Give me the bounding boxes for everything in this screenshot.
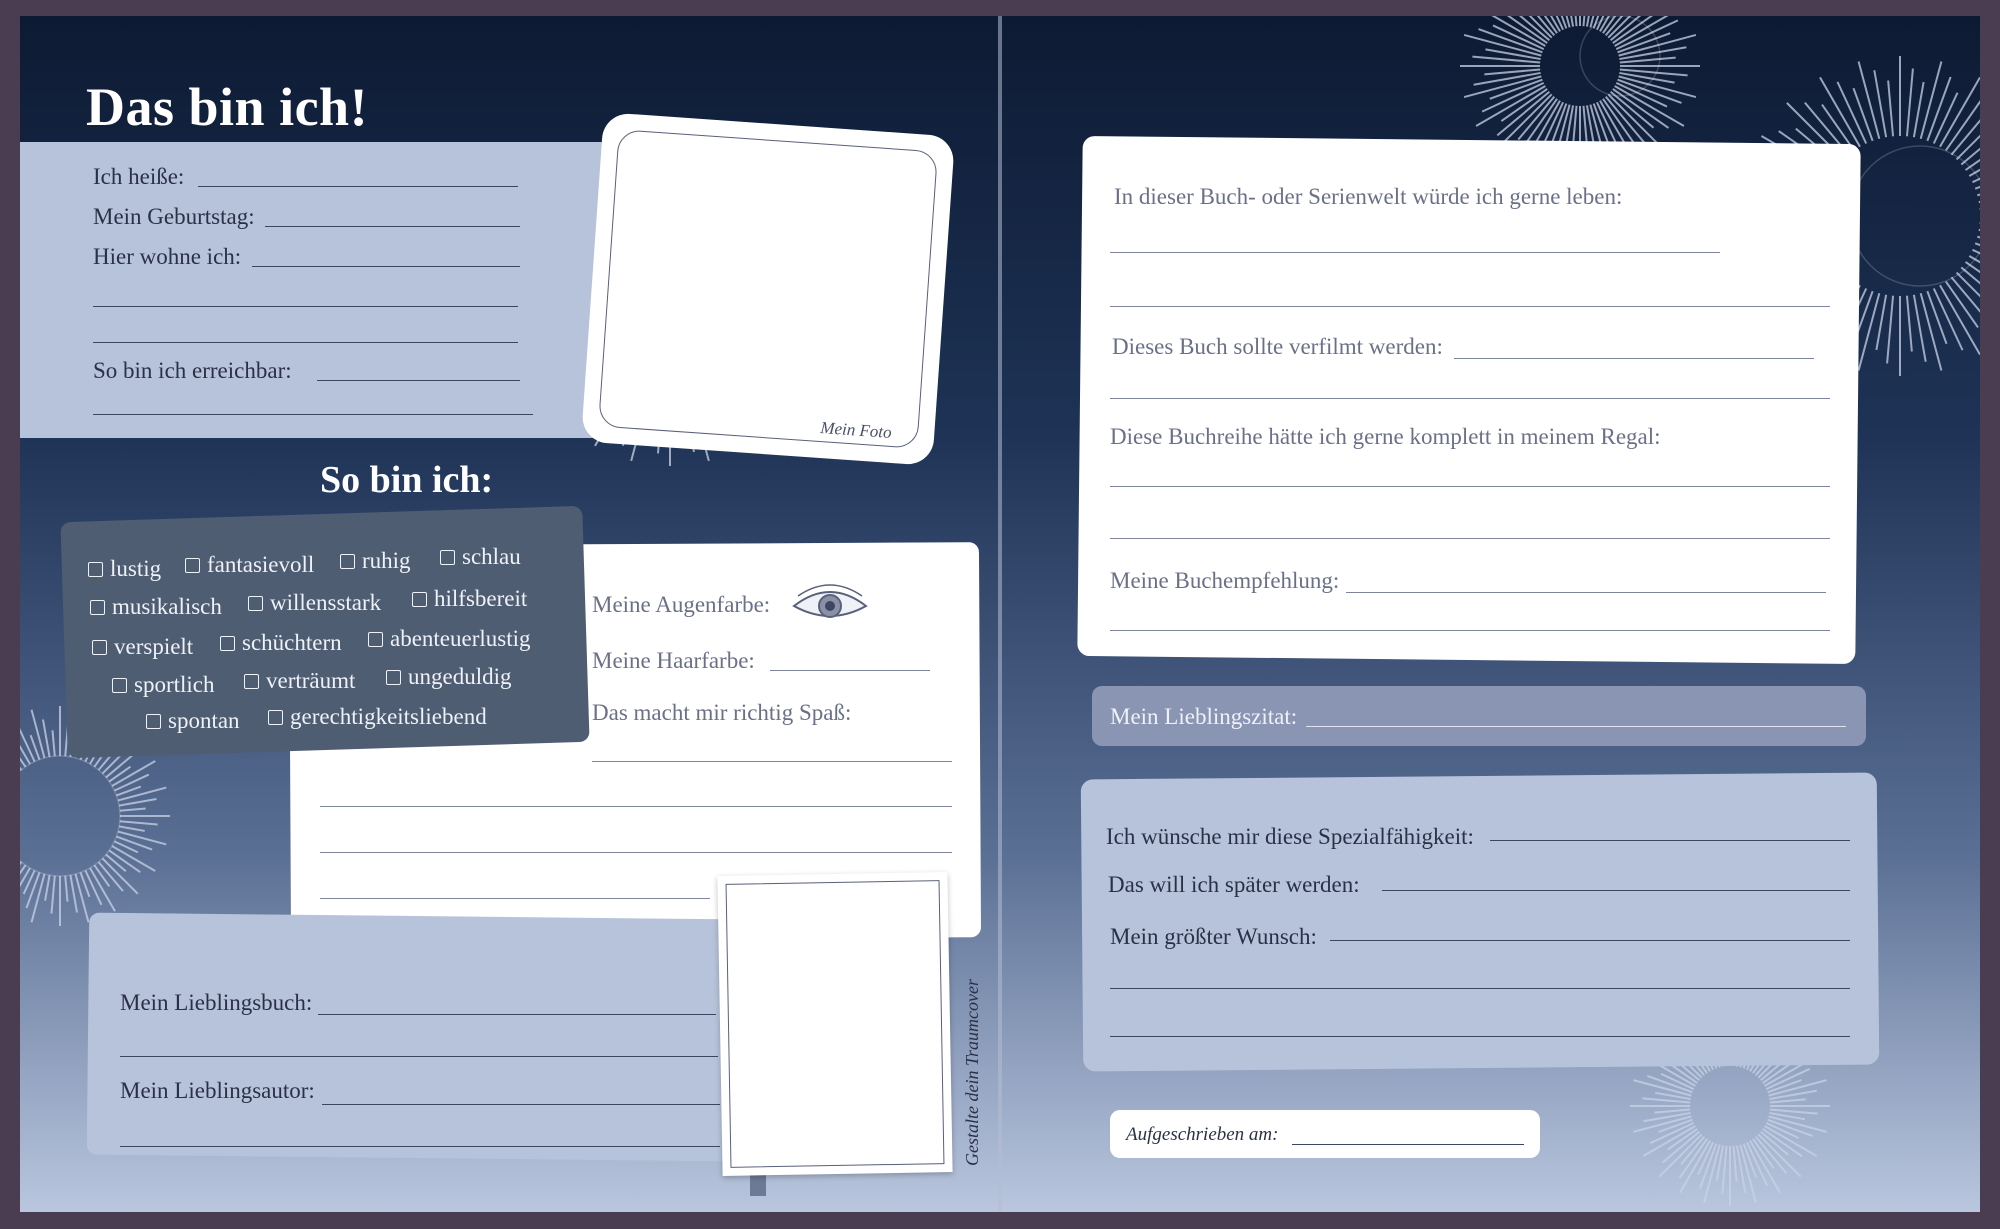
favorite-book-label: Mein Lieblingsbuch: — [120, 990, 313, 1015]
trait-ruhig[interactable]: ruhig — [340, 548, 411, 574]
reach-line[interactable] — [317, 380, 520, 381]
trait-verspielt[interactable]: verspielt — [92, 634, 193, 660]
home-line-3[interactable] — [93, 342, 518, 343]
fun-label: Das macht mir richtig Spaß: — [592, 700, 852, 725]
book-spine — [998, 16, 1002, 1212]
written-on-line[interactable] — [1292, 1144, 1524, 1145]
traits-title: So bin ich: — [320, 459, 494, 501]
reach-label: So bin ich erreichbar: — [93, 358, 292, 383]
career-label: Das will ich später werden: — [1108, 872, 1360, 897]
film-line[interactable] — [1454, 358, 1814, 359]
trait-spontan[interactable]: spontan — [146, 708, 240, 734]
recommend-line-2[interactable] — [1110, 630, 1830, 631]
home-line-2[interactable] — [93, 306, 518, 307]
wish-line-3[interactable] — [1110, 1036, 1850, 1037]
dream-cover-caption: Gestalte dein Traumcover — [962, 979, 982, 1166]
trait-hilfsbereit[interactable]: hilfsbereit — [412, 586, 527, 612]
career-line[interactable] — [1382, 890, 1850, 891]
trait-sportlich[interactable]: sportlich — [112, 672, 215, 698]
book-world-line-1[interactable] — [1110, 252, 1720, 253]
favorite-book-line-2[interactable] — [120, 1056, 718, 1057]
quote-line[interactable] — [1306, 726, 1846, 727]
book-world-label: In dieser Buch- oder Serienwelt würde ic… — [1114, 184, 1623, 209]
book-world-line-2[interactable] — [1110, 306, 1830, 307]
dream-cover-inner — [725, 880, 945, 1168]
trait-musikalisch[interactable]: musikalisch — [90, 594, 222, 620]
name-line[interactable] — [198, 186, 518, 187]
favorite-author-label: Mein Lieblingsautor: — [120, 1078, 315, 1103]
favorites-panel — [86, 912, 738, 1162]
home-label: Hier wohne ich: — [93, 244, 242, 269]
superpower-label: Ich wünsche mir diese Spezialfähigkeit: — [1106, 824, 1474, 849]
wish-line[interactable] — [1330, 940, 1850, 941]
trait-schlau[interactable]: schlau — [440, 544, 521, 570]
eye-icon — [792, 584, 868, 618]
fun-line-3[interactable] — [320, 852, 952, 853]
trait-abenteuerlustig[interactable]: abenteuerlustig — [368, 626, 531, 652]
recommend-line[interactable] — [1346, 592, 1826, 593]
photo-frame[interactable]: Mein Foto — [580, 112, 956, 466]
favorite-author-line[interactable] — [322, 1104, 720, 1105]
series-line-1[interactable] — [1110, 486, 1830, 487]
trait-lustig[interactable]: lustig — [88, 556, 161, 582]
fun-line-2[interactable] — [320, 806, 952, 807]
open-book-spread: Das bin ich! Ich heiße: Mein Geburtstag:… — [20, 16, 1980, 1212]
wish-line-2[interactable] — [1110, 988, 1850, 989]
reach-line-2[interactable] — [93, 414, 533, 415]
trait-ungeduldig[interactable]: ungeduldig — [386, 664, 512, 690]
wishes-panel — [1080, 772, 1880, 1072]
photo-inner-border — [597, 129, 939, 449]
fun-line-1[interactable] — [592, 761, 952, 762]
series-label: Diese Buchreihe hätte ich gerne komplett… — [1110, 424, 1661, 449]
fun-line-4[interactable] — [320, 898, 710, 899]
hair-color-line[interactable] — [770, 670, 930, 671]
trait-schuechtern[interactable]: schüchtern — [220, 630, 342, 656]
superpower-line[interactable] — [1490, 840, 1850, 841]
birthday-label: Mein Geburtstag: — [93, 204, 255, 229]
trait-willensstark[interactable]: willensstark — [248, 590, 381, 616]
hair-color-label: Meine Haarfarbe: — [592, 648, 755, 673]
favorite-book-line[interactable] — [318, 1014, 716, 1015]
film-line-2[interactable] — [1110, 398, 1830, 399]
recommend-label: Meine Buchempfehlung: — [1110, 568, 1340, 593]
series-line-2[interactable] — [1110, 538, 1830, 539]
trait-gerechtigkeitsliebend[interactable]: gerechtigkeitsliebend — [268, 704, 487, 730]
trait-fantasievoll[interactable]: fantasievoll — [185, 552, 314, 578]
wish-label: Mein größter Wunsch: — [1110, 924, 1317, 949]
name-label: Ich heiße: — [93, 164, 185, 189]
written-on-label: Aufgeschrieben am: — [1126, 1124, 1279, 1145]
eye-color-label: Meine Augenfarbe: — [592, 592, 771, 617]
favorite-author-line-2[interactable] — [120, 1146, 720, 1147]
dream-cover-frame[interactable] — [717, 872, 953, 1176]
birthday-line[interactable] — [265, 226, 520, 227]
film-label: Dieses Buch sollte verfilmt werden: — [1112, 334, 1443, 359]
home-line[interactable] — [252, 266, 520, 267]
trait-vertraeumt[interactable]: verträumt — [244, 668, 355, 694]
quote-label: Mein Lieblingszitat: — [1110, 704, 1298, 729]
page-title: Das bin ich! — [86, 77, 369, 137]
